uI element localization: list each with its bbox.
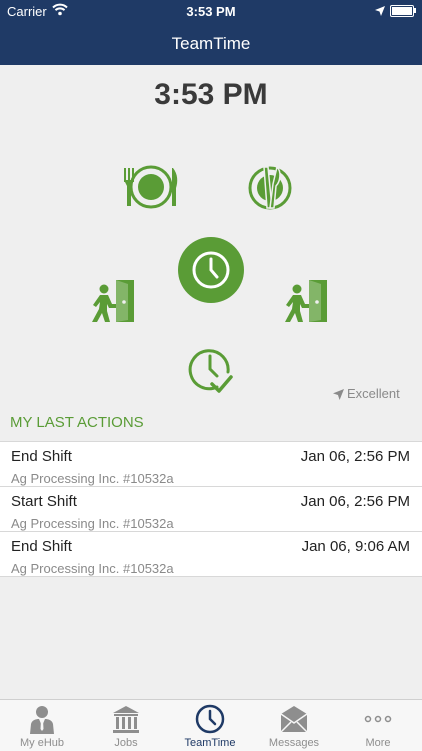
action-name: End Shift bbox=[11, 448, 72, 465]
list-item[interactable]: End Shift Jan 06, 9:06 AM Ag Processing … bbox=[0, 532, 422, 577]
status-bar: Carrier 3:53 PM bbox=[0, 0, 422, 22]
signal-label: Excellent bbox=[347, 386, 400, 401]
clock-icon bbox=[195, 704, 225, 734]
clock-button[interactable] bbox=[177, 236, 245, 304]
list-item[interactable]: Start Shift Jan 06, 2:56 PM Ag Processin… bbox=[0, 487, 422, 532]
bank-icon bbox=[113, 706, 139, 733]
clock-check-icon bbox=[188, 349, 233, 393]
location-arrow-icon bbox=[333, 389, 344, 400]
header: Carrier 3:53 PM TeamTime bbox=[0, 0, 422, 65]
battery-tip bbox=[414, 8, 416, 13]
tab-more[interactable]: More bbox=[336, 700, 420, 751]
meal-start-button[interactable] bbox=[121, 164, 181, 210]
meal-end-button[interactable] bbox=[246, 164, 294, 210]
meal-start-icon bbox=[124, 165, 178, 209]
meal-end-icon bbox=[248, 165, 292, 210]
action-company: Ag Processing Inc. #10532a bbox=[11, 516, 174, 531]
status-time: 3:53 PM bbox=[186, 4, 236, 19]
tab-messages[interactable]: Messages bbox=[252, 700, 336, 751]
tab-bar: My eHub Jobs TeamTime Messages More bbox=[0, 699, 422, 751]
tab-label: My eHub bbox=[19, 737, 65, 749]
end-shift-button[interactable] bbox=[283, 278, 331, 324]
envelope-icon bbox=[280, 706, 308, 733]
action-date: Jan 06, 2:56 PM bbox=[300, 448, 410, 465]
tab-jobs[interactable]: Jobs bbox=[84, 700, 168, 751]
tab-label: More bbox=[365, 737, 391, 749]
battery-icon bbox=[390, 5, 414, 17]
clock-icon bbox=[178, 237, 244, 303]
action-company: Ag Processing Inc. #10532a bbox=[11, 471, 174, 486]
last-actions-list: End Shift Jan 06, 2:56 PM Ag Processing … bbox=[0, 441, 422, 577]
tab-label: Messages bbox=[268, 737, 320, 749]
person-icon bbox=[30, 706, 54, 734]
more-icon bbox=[364, 715, 392, 723]
clock-check-button[interactable] bbox=[187, 346, 235, 394]
start-shift-button[interactable] bbox=[90, 278, 138, 324]
exit-door-icon bbox=[285, 280, 327, 322]
section-title: MY LAST ACTIONS bbox=[10, 414, 144, 431]
tab-label: Jobs bbox=[114, 737, 138, 749]
action-company: Ag Processing Inc. #10532a bbox=[11, 561, 174, 576]
tab-my-ehub[interactable]: My eHub bbox=[0, 700, 84, 751]
list-item[interactable]: End Shift Jan 06, 2:56 PM Ag Processing … bbox=[0, 442, 422, 487]
action-date: Jan 06, 9:06 AM bbox=[301, 538, 410, 555]
signal-indicator: Excellent bbox=[333, 386, 400, 401]
page-title: TeamTime bbox=[171, 34, 251, 53]
action-name: End Shift bbox=[11, 538, 72, 555]
location-arrow-icon bbox=[375, 4, 385, 19]
tab-label: TeamTime bbox=[184, 737, 236, 749]
current-time: 3:53 PM bbox=[154, 78, 268, 111]
enter-door-icon bbox=[92, 280, 134, 322]
action-name: Start Shift bbox=[11, 493, 77, 510]
action-date: Jan 06, 2:56 PM bbox=[300, 493, 410, 510]
tab-teamtime[interactable]: TeamTime bbox=[168, 700, 252, 751]
